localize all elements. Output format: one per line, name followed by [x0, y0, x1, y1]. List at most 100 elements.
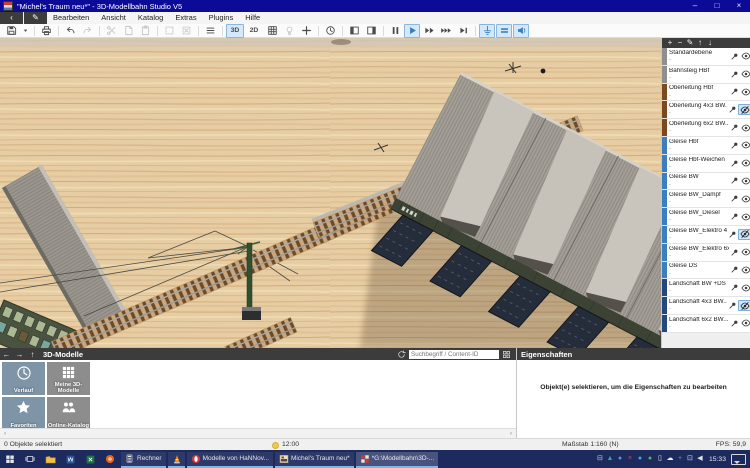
tray-icon-9[interactable]: + — [675, 450, 685, 468]
pin-icon[interactable] — [729, 140, 740, 151]
toolbar-plus-icon[interactable] — [298, 24, 314, 38]
pin-icon[interactable] — [729, 158, 740, 169]
layer-row[interactable]: Landschaft BW +DS- — [662, 279, 750, 297]
close-button[interactable]: × — [728, 0, 750, 12]
layer-row[interactable]: Landschaft 4x3 BW...- — [662, 297, 750, 315]
eye-icon[interactable] — [740, 140, 750, 151]
menu-hilfe[interactable]: Hilfe — [239, 12, 266, 24]
search-input[interactable] — [409, 350, 499, 359]
minimize-button[interactable]: – — [684, 0, 706, 12]
scroll-left-icon[interactable]: ‹ — [4, 430, 6, 437]
taskbar-excel-icon[interactable] — [80, 450, 100, 468]
tray-icon-8[interactable]: ☁ — [665, 450, 675, 468]
back-button[interactable]: ‹ — [0, 12, 23, 24]
scroll-right-icon[interactable]: › — [510, 430, 512, 437]
toolbar-printer-icon[interactable] — [38, 24, 54, 38]
toolbar-page-icon[interactable] — [120, 24, 136, 38]
pin-icon[interactable] — [729, 122, 740, 133]
remove-layer-icon[interactable]: − — [675, 38, 685, 48]
toolbar-clipboard-icon[interactable] — [137, 24, 153, 38]
eye-off-icon[interactable] — [738, 104, 750, 115]
tray-icon-4[interactable]: × — [625, 450, 635, 468]
pin-icon[interactable] — [727, 229, 738, 240]
toolbar-speaker-icon[interactable] — [513, 24, 529, 38]
tile-verlauf[interactable]: Verlauf — [2, 362, 45, 395]
catalog-up-icon[interactable]: ↑ — [26, 350, 39, 359]
tile-favoriten[interactable]: Favoriten — [2, 397, 45, 430]
toolbar-2d-button[interactable]: 2D — [245, 24, 263, 38]
toolbar-list-icon[interactable] — [202, 24, 218, 38]
toolbar-caret-down-icon[interactable] — [20, 24, 30, 38]
pin-icon[interactable] — [727, 104, 738, 115]
taskbar-powerpoint-icon[interactable] — [100, 450, 120, 468]
menu-ansicht[interactable]: Ansicht — [95, 12, 132, 24]
tray-icon-10[interactable]: ⊡ — [685, 450, 695, 468]
notification-icon[interactable] — [731, 454, 746, 465]
toolbar-fast-forward-3-icon[interactable] — [438, 24, 454, 38]
toolbar-undo-icon[interactable] — [62, 24, 78, 38]
taskbar-file-explorer-icon[interactable] — [40, 450, 60, 468]
add-layer-icon[interactable]: + — [665, 38, 675, 48]
tile-online-katalog[interactable]: Online-Katalog — [47, 397, 90, 430]
tray-icon-11[interactable]: ◀ — [695, 450, 705, 468]
tray-icon-6[interactable]: ● — [645, 450, 655, 468]
eye-off-icon[interactable] — [738, 300, 750, 311]
pin-icon[interactable] — [727, 300, 738, 311]
edit-mode-button[interactable]: ✎ — [24, 12, 47, 24]
move-up-icon[interactable]: ↑ — [695, 38, 705, 48]
catalog-scrollbar[interactable]: ‹ › — [0, 428, 516, 438]
tray-icon-3[interactable]: ● — [615, 450, 625, 468]
layer-row[interactable]: Gleise DS- — [662, 262, 750, 280]
pin-icon[interactable] — [729, 318, 740, 329]
toolbar-panel-right-icon[interactable] — [363, 24, 379, 38]
eye-icon[interactable] — [740, 318, 750, 329]
layer-row[interactable]: Oberleitung Hbf- — [662, 84, 750, 102]
catalog-back-icon[interactable]: ← — [0, 350, 13, 359]
taskbar-task-view-icon[interactable] — [20, 450, 40, 468]
layer-row[interactable]: Gleise BW_Diesel- — [662, 208, 750, 226]
layer-row[interactable]: Gleise BW_Elektro 4x3- — [662, 226, 750, 244]
toolbar-skip-end-icon[interactable] — [455, 24, 471, 38]
eye-icon[interactable] — [740, 175, 750, 186]
tile-meine-3d-modelle[interactable]: Meine 3D-Modelle — [47, 362, 90, 395]
taskbar-app-studio-1[interactable]: Michel's Traum neu* — [275, 452, 354, 468]
pin-icon[interactable] — [729, 86, 740, 97]
pin-icon[interactable] — [729, 193, 740, 204]
layer-row[interactable]: Oberleitung 6x2 BW....- — [662, 119, 750, 137]
viewport-3d[interactable] — [0, 38, 661, 348]
taskbar-word-icon[interactable] — [60, 450, 80, 468]
toolbar-select-frame-icon[interactable] — [161, 24, 177, 38]
toolbar-redo-icon[interactable] — [79, 24, 95, 38]
layer-row[interactable]: Standardebene- — [662, 48, 750, 66]
toolbar-scissors-icon[interactable] — [103, 24, 119, 38]
taskbar-app-vlc[interactable] — [168, 452, 185, 468]
pin-icon[interactable] — [729, 51, 740, 62]
toolbar-table-grid-icon[interactable] — [264, 24, 280, 38]
eye-off-icon[interactable] — [738, 229, 750, 240]
eye-icon[interactable] — [740, 193, 750, 204]
pin-icon[interactable] — [729, 264, 740, 275]
toolbar-ground-icon[interactable] — [479, 24, 495, 38]
layer-row[interactable]: Oberleitung 4x3 BW....- — [662, 101, 750, 119]
catalog-forward-icon[interactable]: → — [13, 350, 26, 359]
layer-row[interactable]: Landschaft 6x2 BW...- — [662, 315, 750, 333]
layer-row[interactable]: Gleise BW_Elektro 6x2- — [662, 244, 750, 262]
toolbar-panel-left-icon[interactable] — [346, 24, 362, 38]
toolbar-fast-forward-icon[interactable] — [421, 24, 437, 38]
eye-icon[interactable] — [740, 51, 750, 62]
toolbar-pause-icon[interactable] — [387, 24, 403, 38]
layer-row[interactable]: Gleise Hbf- — [662, 137, 750, 155]
menu-bearbeiten[interactable]: Bearbeiten — [47, 12, 95, 24]
toolbar-play-icon[interactable] — [404, 24, 420, 38]
eye-icon[interactable] — [740, 69, 750, 80]
eye-icon[interactable] — [740, 122, 750, 133]
toolbar-lamp-icon[interactable] — [281, 24, 297, 38]
layer-row[interactable]: Gleise Hbf-Weichen- — [662, 155, 750, 173]
eye-icon[interactable] — [740, 86, 750, 97]
tray-icon-7[interactable]: ▯ — [655, 450, 665, 468]
eye-icon[interactable] — [740, 247, 750, 258]
pin-icon[interactable] — [729, 69, 740, 80]
taskbar-start-icon[interactable] — [0, 450, 20, 468]
layer-row[interactable]: Gleise BW- — [662, 173, 750, 191]
move-down-icon[interactable]: ↓ — [705, 38, 715, 48]
